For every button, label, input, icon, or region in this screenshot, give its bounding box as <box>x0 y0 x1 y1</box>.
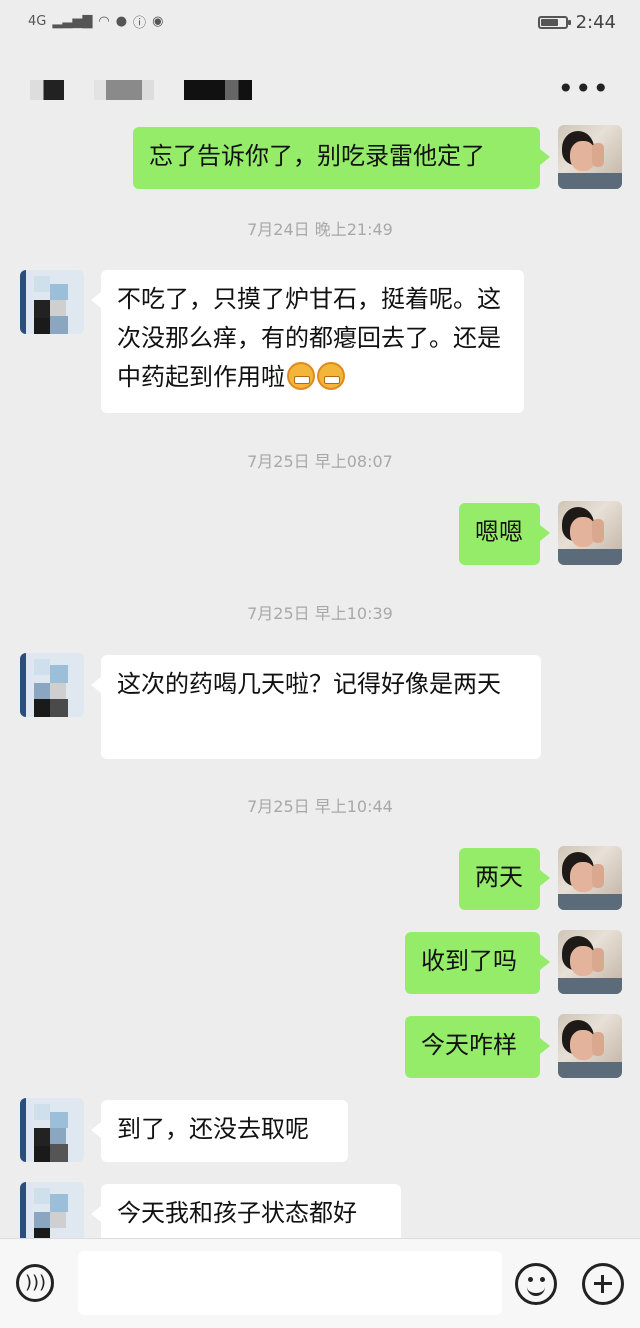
chat-notification-icon: ● <box>115 14 128 29</box>
status-right: 2:44 <box>537 12 616 33</box>
grin-emoji-icon <box>287 362 315 390</box>
signal-icon: ▂▃▅▇ <box>52 14 93 29</box>
timestamp: 7月25日 早上10:44 <box>247 797 393 816</box>
battery-icon <box>537 16 571 29</box>
clock: 2:44 <box>575 12 616 33</box>
avatar[interactable] <box>558 846 622 910</box>
message-bubble[interactable]: 今天咋样 <box>405 1016 550 1078</box>
message-bubble[interactable]: 忘了告诉你了，别吃录雷他定了 <box>133 127 550 189</box>
message-bubble[interactable]: 今天我和孩子状态都好 <box>91 1184 401 1238</box>
battery-fill <box>540 19 558 26</box>
timestamp: 7月24日 晚上21:49 <box>247 220 393 239</box>
network-label: 4G <box>28 14 47 29</box>
voice-icon[interactable]: ))) <box>16 1264 54 1302</box>
message-bubble[interactable]: 不吃了，只摸了炉甘石，挺着呢。这次没那么痒，有的都瘪回去了。还是中药起到作用啦 <box>91 270 524 413</box>
timestamp: 7月25日 早上08:07 <box>247 452 393 471</box>
grin-emoji-icon <box>317 362 345 390</box>
wifi-icon: ◠ <box>98 14 110 29</box>
avatar[interactable] <box>20 270 84 334</box>
avatar[interactable] <box>20 1182 84 1238</box>
message-bubble[interactable]: 嗯嗯 <box>459 503 550 565</box>
message-bubble[interactable]: 收到了吗 <box>405 932 550 994</box>
status-bar: 4G ▂▃▅▇ ◠ ● ⓘ ◉ 2:44 <box>0 0 640 50</box>
message-bubble[interactable]: 两天 <box>459 848 550 910</box>
blurred-contact-name <box>30 80 252 100</box>
avatar[interactable] <box>20 1098 84 1162</box>
avatar[interactable] <box>558 930 622 994</box>
message-bubble[interactable]: 到了，还没去取呢 <box>91 1100 348 1162</box>
plus-icon[interactable] <box>582 1263 624 1305</box>
message-list: 忘了告诉你了，别吃录雷他定了 7月24日 晚上21:49 不吃了，只摸了炉甘石，… <box>0 120 640 1238</box>
avatar[interactable] <box>558 1014 622 1078</box>
avatar[interactable] <box>558 125 622 189</box>
message-bubble[interactable]: 这次的药喝几天啦？记得好像是两天 <box>91 655 541 759</box>
status-icons: 4G ▂▃▅▇ ◠ ● ⓘ ◉ <box>28 12 163 31</box>
avatar[interactable] <box>20 653 84 717</box>
blur-block <box>184 80 252 100</box>
chat-header: ••• <box>0 50 640 130</box>
blur-block <box>30 80 64 100</box>
emoji-icon[interactable] <box>515 1263 557 1305</box>
more-dots-icon[interactable]: ••• <box>557 72 610 105</box>
timestamp: 7月25日 早上10:39 <box>247 604 393 623</box>
input-bar: ))) <box>0 1238 640 1328</box>
shield-icon: ◉ <box>152 14 164 29</box>
blur-block <box>94 80 154 100</box>
info-icon: ⓘ <box>133 16 147 31</box>
message-input[interactable] <box>78 1251 502 1315</box>
avatar[interactable] <box>558 501 622 565</box>
